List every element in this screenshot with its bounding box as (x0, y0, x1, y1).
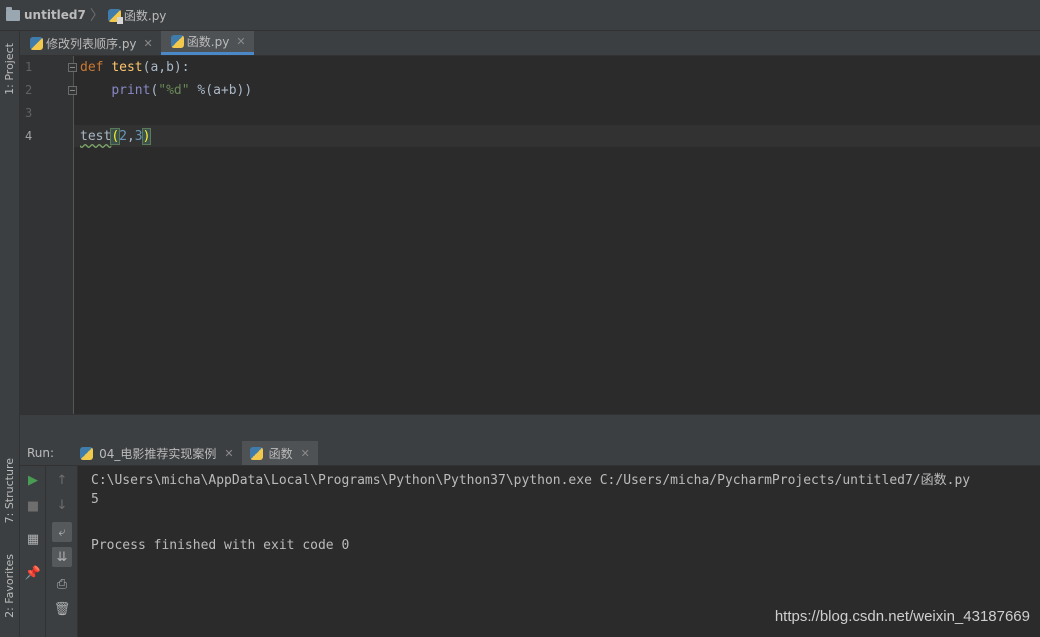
structure-tool-tab[interactable]: 7: Structure (0, 451, 19, 531)
function-name-token: test (111, 60, 143, 75)
python-file-icon (30, 36, 43, 50)
console-line: Process finished with exit code 0 (91, 538, 350, 553)
navigation-bar: untitled7 〉 函数.py (0, 0, 1040, 31)
function-call-token: test (80, 129, 112, 144)
code-line-2: print("%d" %(a+b)) (80, 81, 252, 101)
console-line: 5 (91, 492, 99, 507)
breadcrumb-separator-icon: 〉 (89, 8, 104, 24)
editor-tab-label: 函数.py (186, 35, 230, 49)
scroll-to-end-icon[interactable]: ⇊ (52, 547, 72, 567)
fold-collapse-icon[interactable] (68, 63, 77, 72)
line-number: 1 (25, 60, 33, 74)
line-number: 2 (25, 83, 33, 97)
string-token: "%d" (158, 83, 190, 98)
editor-tab-functions[interactable]: 函数.py ✕ (160, 31, 254, 55)
stop-icon[interactable]: ■ (23, 496, 43, 516)
console-line: C:\Users\micha\AppData\Local\Programs\Py… (91, 473, 971, 488)
panel-splitter[interactable] (20, 414, 1040, 442)
breadcrumb-project-label: untitled7 (24, 8, 86, 22)
current-line-highlight (74, 125, 1040, 147)
run-tab-bar: Run: 04_电影推荐实现案例 ✕ 函数 ✕ (20, 441, 1040, 466)
breadcrumb-file[interactable]: 函数.py (107, 7, 167, 24)
project-tool-tab-label: 1: Project (3, 43, 16, 95)
run-tab-label: 04_电影推荐实现案例 (99, 446, 217, 461)
project-tool-tab[interactable]: 1: Project (0, 35, 19, 103)
operator-token: % (189, 83, 206, 98)
code-line-1: def test(a,b): (80, 58, 190, 78)
expression-token: (a+b)) (205, 83, 253, 98)
line-number: 3 (25, 106, 33, 120)
layout-icon[interactable]: ▦ (23, 529, 43, 549)
python-file-icon (170, 35, 184, 48)
matched-brace: ( (110, 128, 121, 145)
rerun-play-icon[interactable]: ▶ (23, 470, 43, 490)
code-editor[interactable] (74, 56, 1040, 414)
comma-token: , (126, 129, 135, 144)
python-icon (249, 446, 263, 460)
arrow-up-icon[interactable]: ↑ (52, 470, 72, 490)
close-icon[interactable]: ✕ (224, 447, 233, 460)
folder-icon (6, 6, 20, 21)
python-icon (80, 446, 94, 460)
params-token: (a,b): (142, 60, 190, 75)
number-token: 2 (119, 129, 127, 144)
editor-tab-label: 修改列表顺序.py (46, 36, 137, 51)
run-tab-functions[interactable]: 函数 ✕ (241, 441, 318, 465)
keyword-token: def (80, 60, 104, 75)
favorites-tool-tab-label: 2: Favorites (3, 554, 16, 618)
close-icon[interactable]: ✕ (144, 37, 153, 50)
trash-icon[interactable]: 🗑 (52, 599, 72, 619)
run-tab-movie-recommend[interactable]: 04_电影推荐实现案例 ✕ (72, 441, 242, 465)
close-icon[interactable]: ✕ (236, 35, 245, 48)
run-label: Run: (27, 446, 55, 460)
code-line-4: test(2,3) (80, 127, 152, 147)
editor-gutter: 1 2 3 4 (20, 56, 77, 414)
watermark: https://blog.csdn.net/weixin_43187669 (774, 608, 1030, 625)
run-toolbar-secondary: ↑ ↓ ⤶ ⇊ ⎙ 🗑 (46, 466, 78, 637)
builtin-token: print (111, 83, 151, 98)
soft-wrap-icon[interactable]: ⤶ (52, 522, 72, 542)
number-token: 3 (134, 129, 143, 144)
fold-end-icon[interactable] (68, 86, 77, 95)
editor-tab-bar: 修改列表顺序.py ✕ 函数.py ✕ (20, 31, 1040, 56)
editor-tab-reorder-list[interactable]: 修改列表顺序.py ✕ (20, 31, 161, 55)
line-number: 4 (25, 129, 33, 143)
matched-brace: ) (141, 128, 152, 145)
close-icon[interactable]: ✕ (301, 447, 310, 460)
python-file-icon (107, 8, 123, 24)
run-tab-label: 函数 (268, 446, 293, 461)
left-tool-strip: 1: Project 7: Structure 2: Favorites (0, 31, 20, 637)
text-caret (150, 129, 152, 144)
favorites-tool-tab[interactable]: 2: Favorites (0, 546, 19, 626)
run-toolbar-primary: ▶ ■ ▦ 📌 (20, 466, 46, 637)
breadcrumb-project[interactable]: untitled7 (0, 6, 86, 22)
pin-icon[interactable]: 📌 (23, 563, 43, 583)
arrow-down-icon[interactable]: ↓ (52, 495, 72, 515)
breadcrumb-file-label: 函数.py (123, 8, 167, 23)
print-icon[interactable]: ⎙ (52, 574, 72, 594)
structure-tool-tab-label: 7: Structure (3, 458, 16, 524)
